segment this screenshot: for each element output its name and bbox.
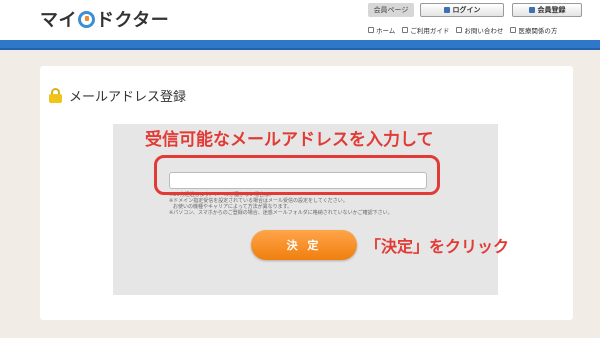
logo-text: マイ [40, 10, 77, 31]
decide-button[interactable]: 決 定 [251, 230, 357, 260]
lock-icon [49, 87, 62, 103]
page-title-row: メールアドレス登録 [49, 86, 187, 105]
page-title: メールアドレス登録 [69, 89, 187, 105]
guide-icon [402, 27, 409, 33]
site-logo[interactable]: マイ ドクター [40, 6, 169, 32]
header-accent-bar [0, 40, 600, 50]
nav-item-label: お問い合わせ [464, 27, 504, 35]
logo-text-2: ドクター [96, 10, 170, 31]
mail-icon [456, 27, 463, 33]
register-button[interactable]: 会員登録 [512, 3, 582, 17]
register-icon [528, 7, 535, 13]
nav-item-medical[interactable]: 医療関係の方 [510, 25, 557, 35]
annotation-input-instruction: 受信可能なメールアドレスを入力して [145, 130, 434, 150]
logo-mark-icon [78, 10, 95, 28]
member-page-tab: 会員ページ [368, 3, 414, 17]
nav-item-contact[interactable]: お問い合わせ [456, 25, 503, 35]
nav-item-label: ご利用ガイド [410, 27, 450, 35]
annotation-click-instruction: 「決定」をクリック [365, 237, 510, 256]
nav-item-guide[interactable]: ご利用ガイド [402, 25, 449, 35]
form-note: ※パソコン、スマホからのご登録の場合、迷惑メールフォルダに格納されていないかご確… [169, 210, 393, 216]
nav-item-label: ホーム [376, 27, 396, 35]
annotation-highlight-box [154, 155, 440, 195]
nav-item-home[interactable]: ホーム [368, 25, 395, 35]
nav-item-label: 医療関係の方 [518, 27, 558, 35]
medical-icon [510, 27, 517, 33]
global-nav: ホーム ご利用ガイド お問い合わせ 医療関係の方 [368, 24, 600, 36]
site-header: マイ ドクター 会員ページ ログイン 会員登録 ホーム ご利用ガイド お問い合わ… [0, 0, 600, 40]
register-label: 会員登録 [537, 6, 566, 14]
login-label: ログイン [452, 6, 481, 14]
login-icon [443, 7, 450, 13]
home-icon [368, 27, 374, 33]
login-button[interactable]: ログイン [420, 3, 504, 17]
